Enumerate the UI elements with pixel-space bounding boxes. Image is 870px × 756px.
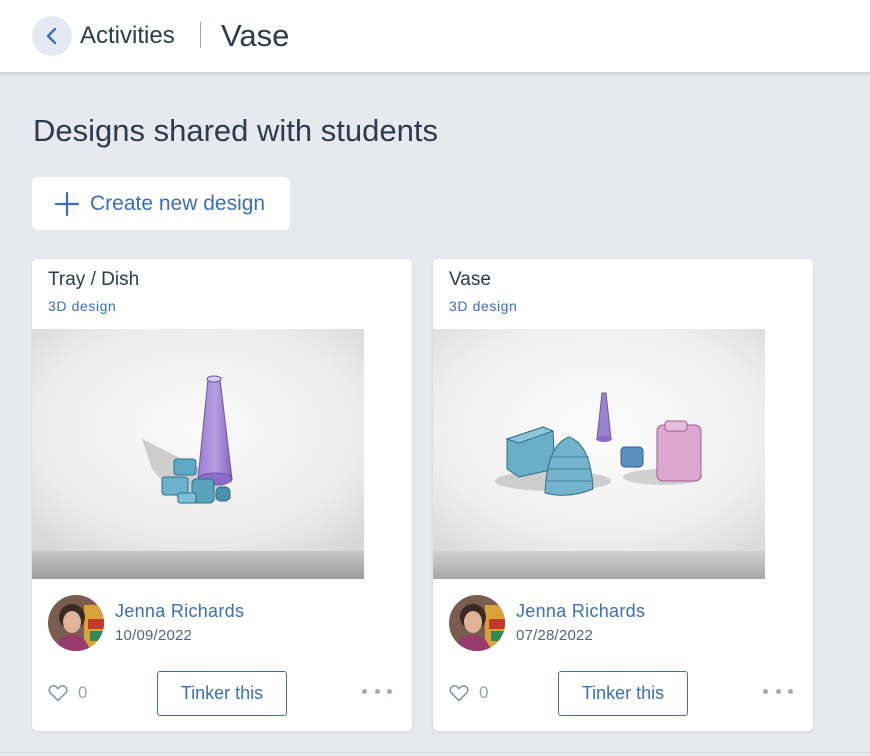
author-name[interactable]: Jenna Richards (115, 601, 244, 622)
design-card[interactable]: Vase 3D design Jenna Richards 07/28/2022… (433, 259, 813, 731)
more-options-icon[interactable] (362, 683, 392, 699)
card-type: 3D design (48, 298, 117, 314)
heart-icon (449, 685, 469, 702)
card-type: 3D design (449, 298, 518, 314)
avatar (48, 595, 104, 651)
section-title: Designs shared with students (33, 113, 438, 148)
tinker-this-button[interactable]: Tinker this (558, 671, 688, 716)
tinker-this-button[interactable]: Tinker this (157, 671, 287, 716)
like-button[interactable]: 0 (449, 683, 488, 703)
more-options-icon[interactable] (763, 683, 793, 699)
create-new-design-label: Create new design (90, 191, 266, 215)
card-title[interactable]: Tray / Dish (48, 269, 139, 291)
card-date: 07/28/2022 (516, 627, 594, 644)
top-bar: Activities Vase (0, 0, 870, 74)
design-card[interactable]: Tray / Dish 3D design Jenna Richards 10/… (32, 259, 412, 731)
breadcrumb-activities[interactable]: Activities (80, 22, 175, 50)
chevron-left-icon (46, 27, 57, 45)
author-name[interactable]: Jenna Richards (516, 601, 645, 622)
plus-icon (54, 191, 80, 217)
design-thumbnail[interactable] (32, 329, 364, 579)
avatar (449, 595, 505, 651)
like-button[interactable]: 0 (48, 683, 87, 703)
card-date: 10/09/2022 (115, 627, 193, 644)
heart-icon (48, 685, 68, 702)
breadcrumb-separator (200, 22, 201, 48)
design-thumbnail[interactable] (433, 329, 765, 579)
create-new-design-button[interactable]: Create new design (32, 177, 290, 230)
card-title[interactable]: Vase (449, 269, 491, 291)
bottom-divider (0, 752, 870, 753)
back-button[interactable] (32, 16, 72, 56)
page-title: Vase (221, 18, 290, 53)
like-count: 0 (78, 683, 88, 702)
like-count: 0 (479, 683, 489, 702)
